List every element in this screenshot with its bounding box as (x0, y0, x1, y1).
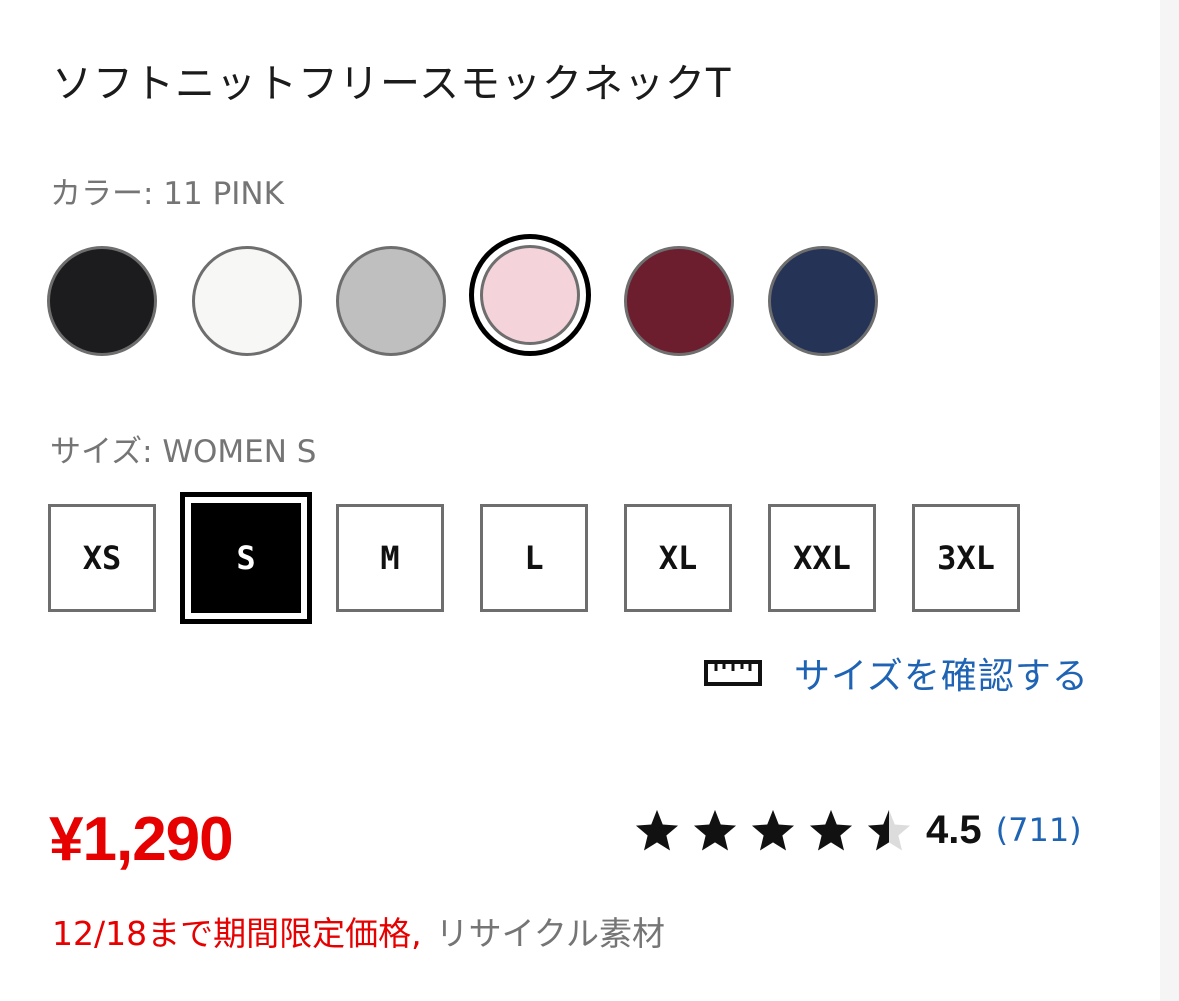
scrollbar-track (1160, 0, 1179, 1001)
color-swatch-list (47, 234, 1047, 358)
product-title: ソフトニットフリースモックネックT (52, 61, 732, 107)
review-count-link[interactable]: (711) (996, 811, 1082, 849)
size-option-label: XS (82, 539, 122, 577)
size-option-label: S (236, 539, 256, 577)
half-star-icon (867, 809, 911, 851)
size-option-xs[interactable]: XS (48, 504, 156, 612)
color-label: カラー: 11 PINK (50, 176, 284, 212)
recycled-material-note: リサイクル素材 (435, 914, 665, 953)
size-option-xxl[interactable]: XXL (768, 504, 876, 612)
star-icon (693, 809, 737, 851)
size-option-selected-fill: S (191, 503, 301, 613)
color-swatch-black[interactable] (47, 246, 157, 356)
size-option-label: L (524, 539, 544, 577)
ruler-icon (704, 660, 762, 686)
color-swatch-gray[interactable] (336, 246, 446, 356)
size-check-label: サイズを確認する (794, 656, 1089, 697)
size-option-label: XXL (793, 539, 851, 577)
star-icon (809, 809, 853, 851)
color-swatch-pink[interactable] (469, 234, 591, 356)
size-option-m[interactable]: M (336, 504, 444, 612)
color-swatch-pink-fill (480, 245, 580, 345)
limited-price-note: 12/18まで期間限定価格, (52, 914, 422, 953)
star-icon (635, 809, 679, 851)
color-swatch-wine[interactable] (624, 246, 734, 356)
rating-stars (634, 808, 912, 852)
size-option-s[interactable]: S (180, 492, 312, 624)
size-option-label: M (380, 539, 400, 577)
size-check-link[interactable]: サイズを確認する (704, 648, 1089, 698)
product-price: ¥1,290 (49, 805, 234, 874)
size-option-l[interactable]: L (480, 504, 588, 612)
size-option-3xl[interactable]: 3XL (912, 504, 1020, 612)
rating-score: 4.5 (926, 807, 982, 852)
price-notes: 12/18まで期間限定価格, リサイクル素材 (52, 912, 665, 956)
color-swatch-off-white[interactable] (192, 246, 302, 356)
star-icon (751, 809, 795, 851)
size-option-list: XS S M L XL XXL 3XL (48, 492, 1048, 634)
product-rating[interactable]: 4.5 (711) (634, 800, 1082, 860)
size-option-label: 3XL (937, 539, 995, 577)
color-swatch-navy[interactable] (768, 246, 878, 356)
size-option-label: XL (658, 539, 698, 577)
size-label: サイズ: WOMEN S (50, 434, 317, 470)
size-option-xl[interactable]: XL (624, 504, 732, 612)
